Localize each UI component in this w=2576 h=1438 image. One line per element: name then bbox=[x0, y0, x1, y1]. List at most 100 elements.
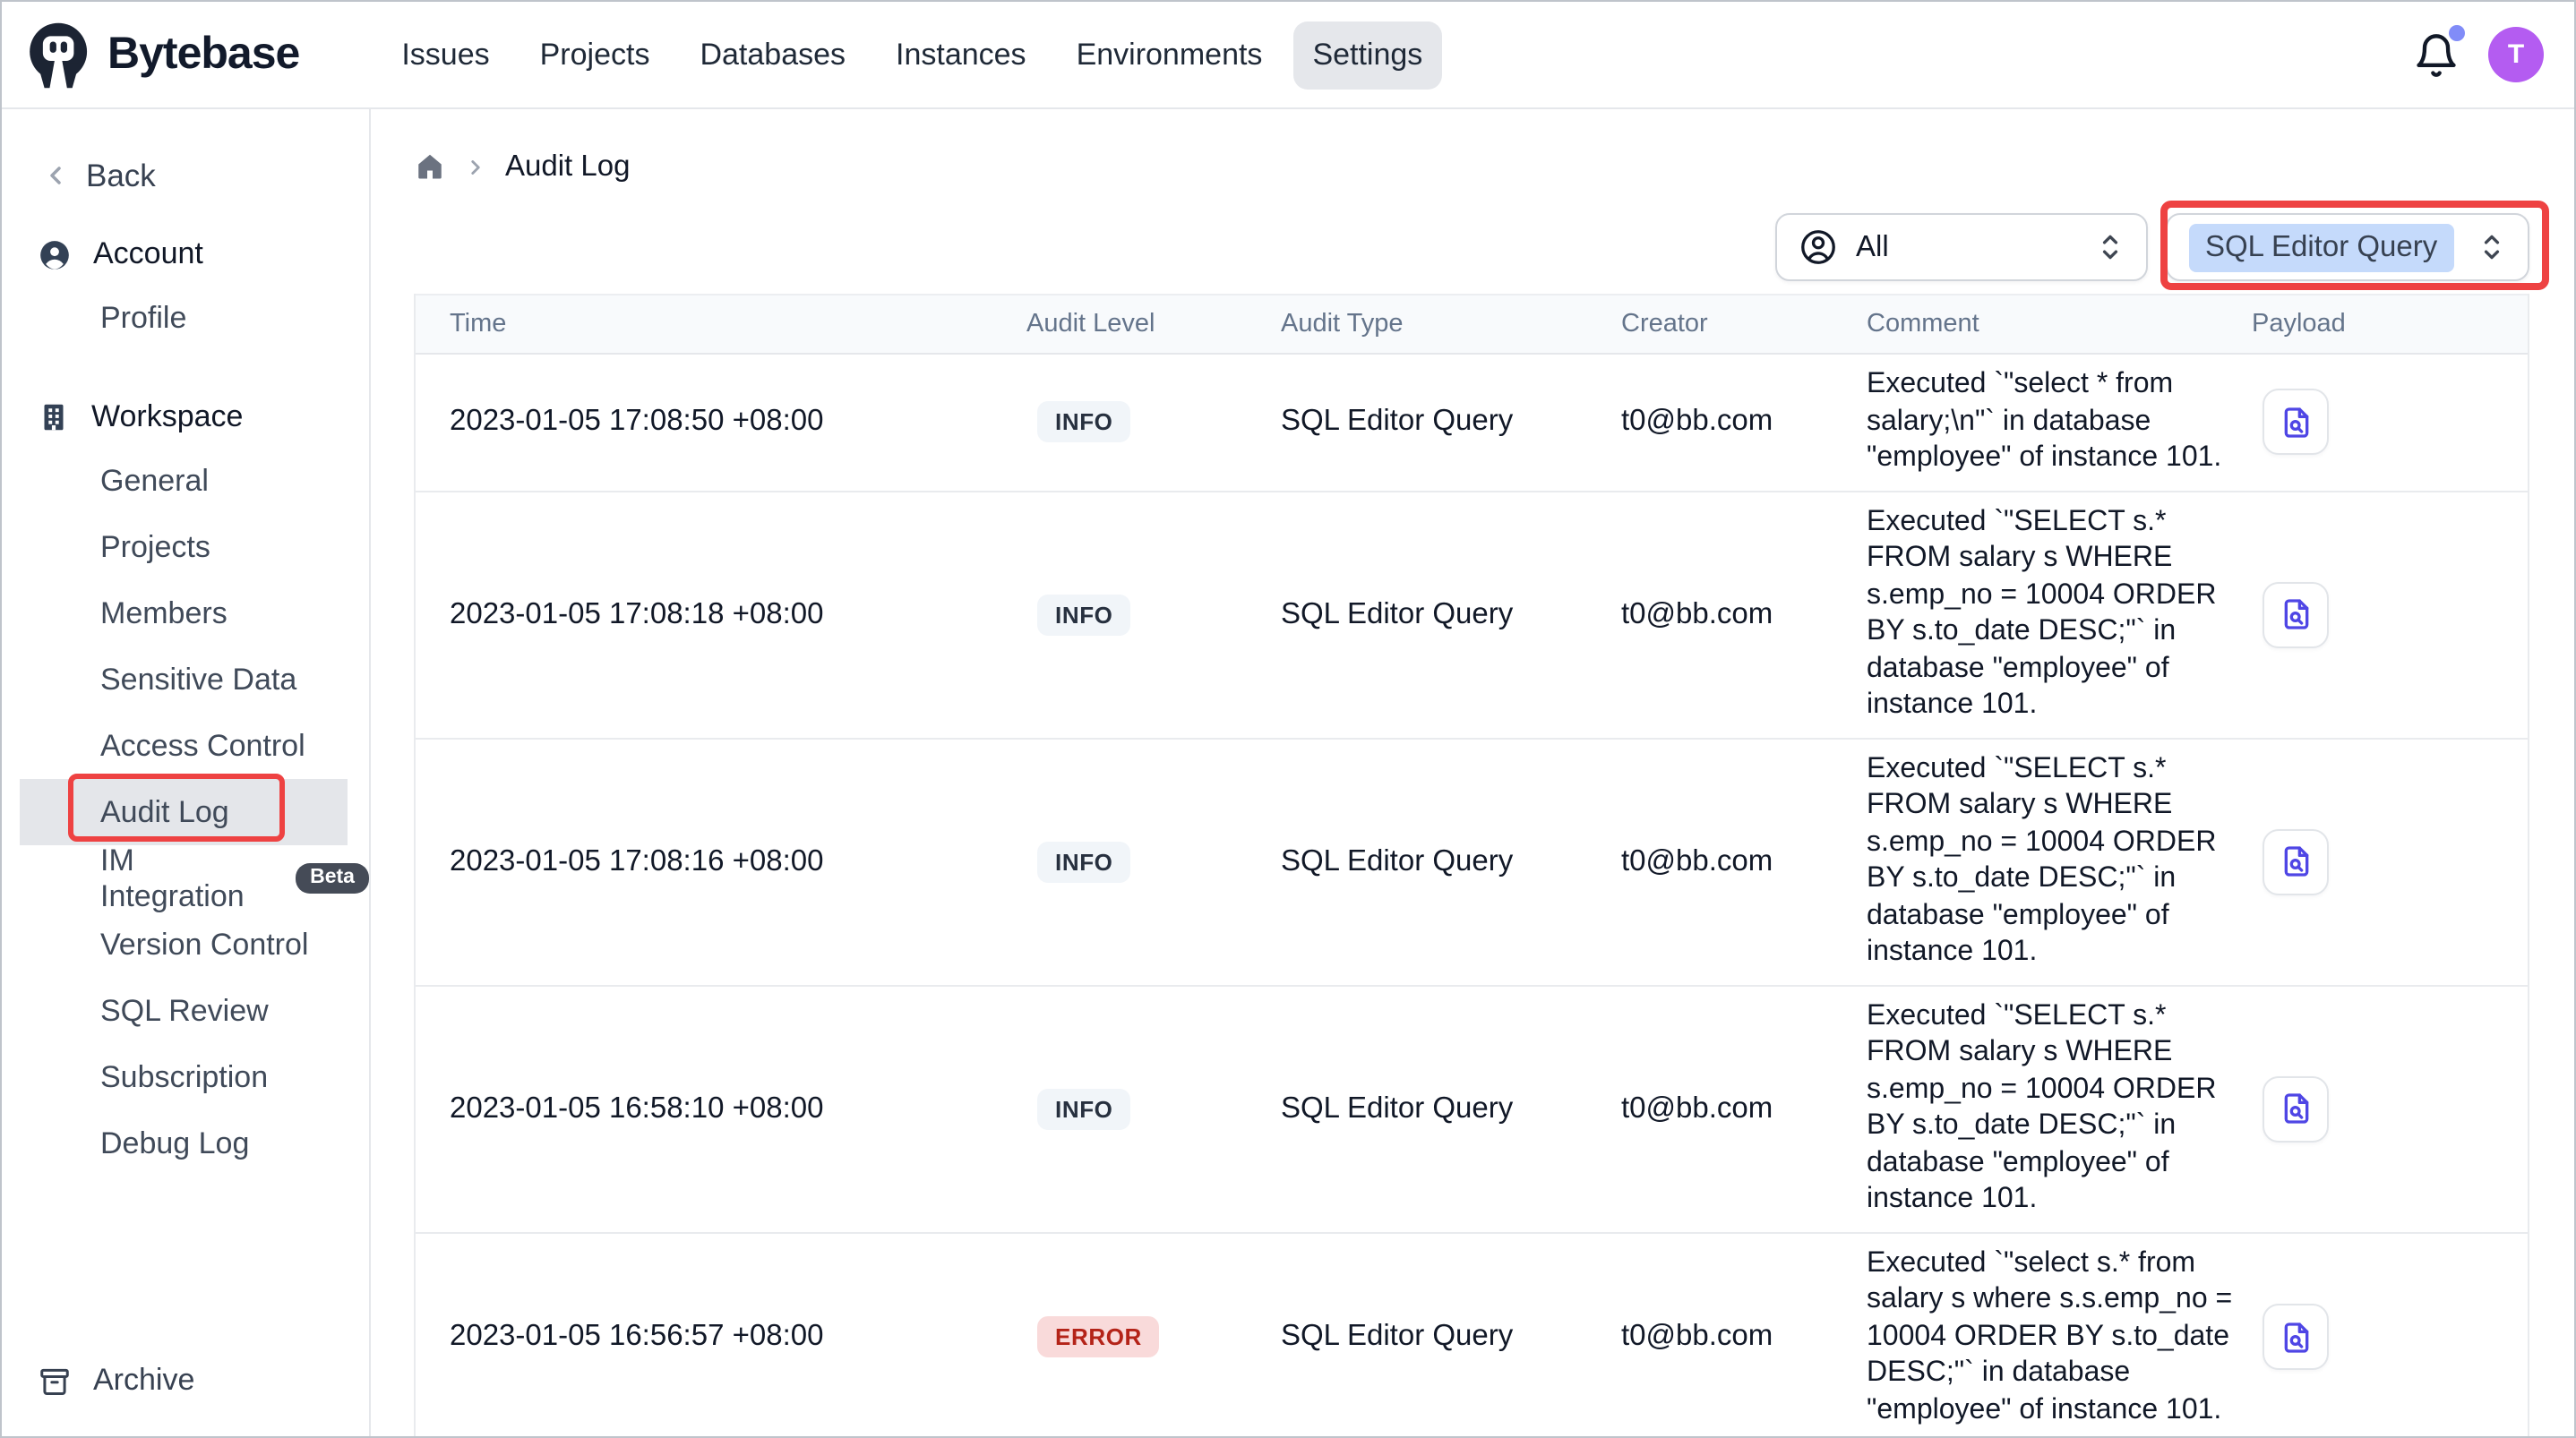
sidebar-section-workspace: Workspace bbox=[2, 387, 369, 448]
top-navbar: Bytebase IssuesProjectsDatabasesInstance… bbox=[2, 2, 2574, 109]
unfold-chevrons-icon bbox=[2477, 231, 2506, 263]
column-header-time: Time bbox=[450, 310, 1026, 338]
cell-comment: Executed `"SELECT s.* FROM salary s WHER… bbox=[1867, 986, 2252, 1231]
sidebar-item-access-control[interactable]: Access Control bbox=[2, 713, 369, 779]
cell-comment: Executed `"select * from salary;\n"` in … bbox=[1867, 355, 2252, 490]
audit-level-badge: INFO bbox=[1037, 1088, 1131, 1129]
building-icon bbox=[38, 401, 70, 433]
cell-time: 2023-01-05 16:58:10 +08:00 bbox=[450, 1091, 1026, 1126]
sidebar-item-label: Projects bbox=[100, 529, 210, 565]
audit-level-badge: INFO bbox=[1037, 841, 1131, 882]
file-search-icon bbox=[2278, 405, 2314, 441]
sidebar-item-label: Debug Log bbox=[100, 1126, 249, 1161]
audit-level-badge: INFO bbox=[1037, 402, 1131, 443]
account-items: Profile bbox=[2, 285, 369, 351]
section-label: Account bbox=[93, 236, 203, 272]
cell-audit-type: SQL Editor Query bbox=[1281, 597, 1621, 631]
cell-audit-type: SQL Editor Query bbox=[1281, 844, 1621, 878]
sidebar-item-label: Access Control bbox=[100, 728, 305, 764]
cell-payload bbox=[2252, 1294, 2528, 1382]
breadcrumb: Audit Log bbox=[414, 145, 2529, 188]
sidebar-item-debug-log[interactable]: Debug Log bbox=[2, 1110, 369, 1177]
payload-view-button[interactable] bbox=[2263, 1075, 2329, 1142]
table-row: 2023-01-05 17:08:16 +08:00INFOSQL Editor… bbox=[416, 739, 2528, 986]
sidebar-item-label: General bbox=[100, 463, 209, 499]
user-circle-outline-icon bbox=[1799, 227, 1838, 267]
payload-view-button[interactable] bbox=[2263, 389, 2329, 456]
cell-audit-type: SQL Editor Query bbox=[1281, 406, 1621, 440]
nav-item-environments[interactable]: Environments bbox=[1057, 21, 1283, 89]
column-header-payload: Payload bbox=[2252, 310, 2528, 338]
nav-item-issues[interactable]: Issues bbox=[382, 21, 509, 89]
sidebar-item-label: Subscription bbox=[100, 1059, 268, 1095]
cell-creator: t0@bb.com bbox=[1621, 1321, 1867, 1355]
cell-audit-type: SQL Editor Query bbox=[1281, 1091, 1621, 1126]
sidebar-item-label: Members bbox=[100, 595, 228, 631]
sidebar-item-version-control[interactable]: Version Control bbox=[2, 912, 369, 978]
back-button[interactable]: Back bbox=[2, 149, 369, 202]
workspace-items: General Projects Members Sensitive Data Acce… bbox=[2, 448, 369, 1177]
sidebar-item-projects[interactable]: Projects bbox=[2, 514, 369, 580]
column-header-creator: Creator bbox=[1621, 310, 1867, 338]
sidebar-item-archive[interactable]: Archive bbox=[2, 1350, 369, 1411]
cell-audit-type: SQL Editor Query bbox=[1281, 1321, 1621, 1355]
cell-payload bbox=[2252, 817, 2528, 905]
audit-level-badge: ERROR bbox=[1037, 1317, 1160, 1358]
cell-comment: Executed `"SELECT s.* FROM salary s WHER… bbox=[1867, 492, 2252, 737]
bytebase-logo[interactable]: Bytebase bbox=[25, 21, 299, 89]
avatar[interactable]: T bbox=[2488, 27, 2544, 82]
file-search-icon bbox=[2278, 843, 2314, 879]
beta-badge: Beta bbox=[296, 863, 369, 894]
sidebar-item-general[interactable]: General bbox=[2, 448, 369, 514]
sidebar-item-im-integration[interactable]: IM IntegrationBeta bbox=[2, 845, 369, 912]
sidebar-item-audit-log[interactable]: Audit Log bbox=[20, 779, 348, 845]
cell-comment: Executed `"select s.* from salary s wher… bbox=[1867, 1233, 2252, 1438]
sidebar-item-sql-review[interactable]: SQL Review bbox=[2, 978, 369, 1044]
sidebar-item-subscription[interactable]: Subscription bbox=[2, 1044, 369, 1110]
cell-payload bbox=[2252, 1065, 2528, 1152]
unfold-chevrons-icon bbox=[2096, 231, 2125, 263]
cell-audit-level: INFO bbox=[1026, 841, 1281, 882]
chevron-left-icon bbox=[41, 161, 70, 190]
sidebar-section-account: Account bbox=[2, 224, 369, 285]
creator-filter-value: All bbox=[1856, 230, 1889, 264]
column-header-audit-type: Audit Type bbox=[1281, 310, 1621, 338]
sidebar-item-profile[interactable]: Profile bbox=[2, 285, 369, 351]
type-filter-select[interactable]: SQL Editor Query bbox=[2166, 213, 2529, 281]
table-row: 2023-01-05 17:08:18 +08:00INFOSQL Editor… bbox=[416, 492, 2528, 739]
app-window: Bytebase IssuesProjectsDatabasesInstance… bbox=[0, 0, 2576, 1438]
file-search-icon bbox=[2278, 1320, 2314, 1356]
home-icon[interactable] bbox=[414, 150, 446, 183]
table-body: 2023-01-05 17:08:50 +08:00INFOSQL Editor… bbox=[416, 355, 2528, 1438]
section-label: Workspace bbox=[91, 399, 243, 435]
notifications-button[interactable] bbox=[2413, 31, 2460, 78]
sidebar-item-sensitive-data[interactable]: Sensitive Data bbox=[2, 646, 369, 713]
table-header-row: TimeAudit LevelAudit TypeCreatorCommentP… bbox=[416, 294, 2528, 355]
main-nav: IssuesProjectsDatabasesInstancesEnvironm… bbox=[382, 21, 1442, 89]
cell-creator: t0@bb.com bbox=[1621, 1091, 1867, 1126]
file-search-icon bbox=[2278, 1091, 2314, 1126]
table-row: 2023-01-05 16:56:57 +08:00ERRORSQL Edito… bbox=[416, 1233, 2528, 1438]
nav-item-databases[interactable]: Databases bbox=[680, 21, 865, 89]
cell-creator: t0@bb.com bbox=[1621, 406, 1867, 440]
bytebase-mascot-icon bbox=[25, 21, 93, 89]
back-label: Back bbox=[86, 157, 156, 194]
cell-audit-level: INFO bbox=[1026, 594, 1281, 635]
user-circle-icon bbox=[38, 237, 72, 271]
nav-item-projects[interactable]: Projects bbox=[520, 21, 670, 89]
nav-item-settings[interactable]: Settings bbox=[1292, 21, 1442, 89]
column-header-audit-level: Audit Level bbox=[1026, 310, 1281, 338]
table-row: 2023-01-05 17:08:50 +08:00INFOSQL Editor… bbox=[416, 355, 2528, 492]
column-header-comment: Comment bbox=[1867, 310, 2252, 338]
sidebar-item-label: Version Control bbox=[100, 927, 308, 963]
chevron-right-icon bbox=[464, 155, 487, 178]
page-title: Audit Log bbox=[505, 150, 630, 184]
archive-label: Archive bbox=[93, 1363, 194, 1399]
payload-view-button[interactable] bbox=[2263, 581, 2329, 647]
cell-comment: Executed `"SELECT s.* FROM salary s WHER… bbox=[1867, 739, 2252, 984]
payload-view-button[interactable] bbox=[2263, 1305, 2329, 1371]
payload-view-button[interactable] bbox=[2263, 828, 2329, 894]
creator-filter-select[interactable]: All bbox=[1775, 213, 2148, 281]
nav-item-instances[interactable]: Instances bbox=[876, 21, 1046, 89]
sidebar-item-members[interactable]: Members bbox=[2, 580, 369, 646]
